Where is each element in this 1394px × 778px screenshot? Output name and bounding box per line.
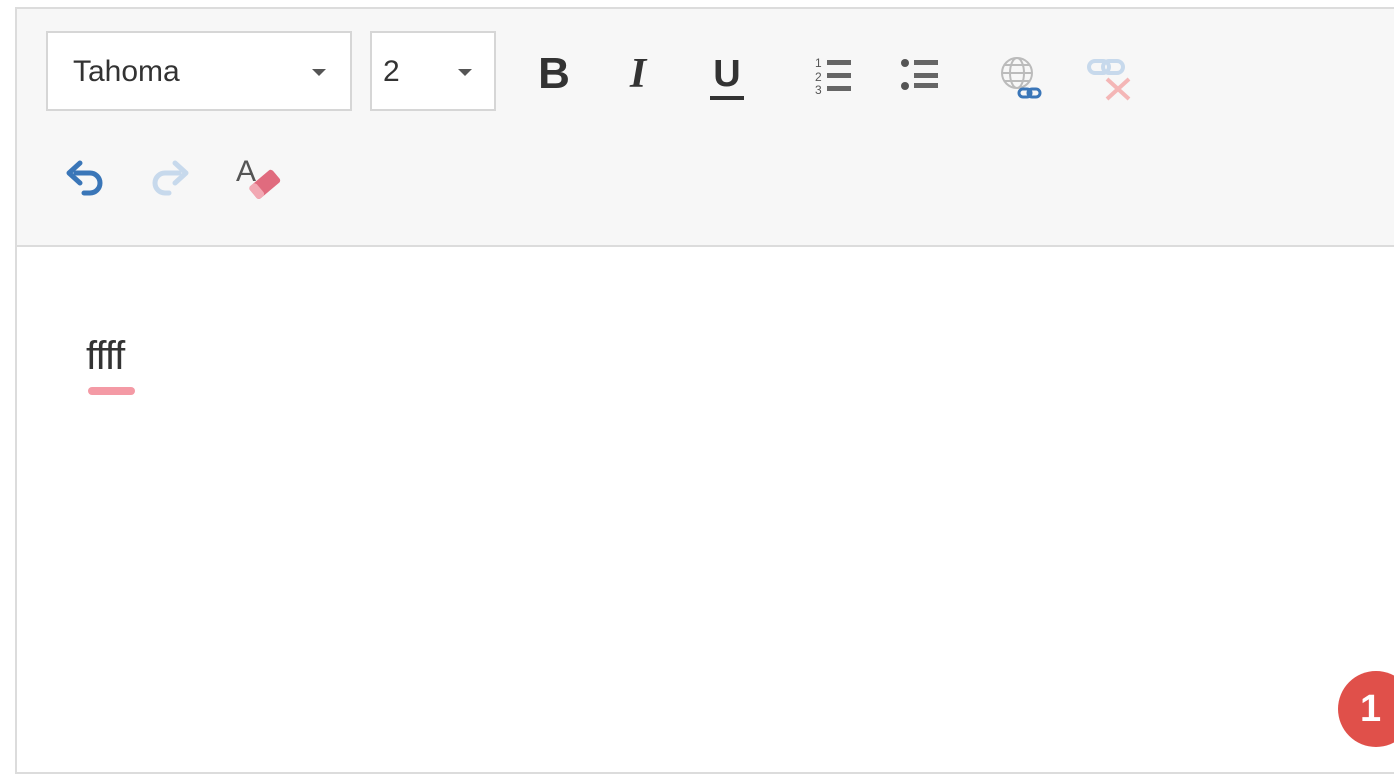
insert-link-button[interactable] — [997, 51, 1045, 103]
redo-icon — [152, 160, 189, 196]
font-family-select[interactable]: Tahoma — [46, 31, 352, 111]
undo-button[interactable] — [62, 157, 108, 203]
ordered-list-button[interactable]: 1 2 3 — [813, 54, 855, 96]
unordered-list-icon — [901, 59, 938, 90]
svg-text:A: A — [236, 155, 256, 188]
svg-text:1: 1 — [815, 56, 822, 70]
font-size-value: 2 — [383, 55, 400, 88]
notification-badge[interactable]: 1 — [1338, 671, 1394, 747]
bold-button[interactable]: B — [532, 49, 576, 99]
underline-button[interactable]: U — [707, 49, 747, 103]
chevron-down-icon — [312, 69, 326, 76]
font-family-value: Tahoma — [73, 55, 180, 88]
unordered-list-button[interactable] — [900, 54, 942, 96]
clear-formatting-button[interactable]: A — [232, 151, 288, 207]
svg-text:2: 2 — [815, 70, 822, 84]
font-size-select[interactable]: 2 — [370, 31, 496, 111]
italic-button[interactable]: I — [620, 49, 656, 99]
bold-icon: B — [538, 49, 570, 98]
editor-text[interactable]: ffff — [86, 331, 125, 381]
chevron-down-icon — [458, 69, 472, 76]
editor-content-area[interactable]: ffff 1 — [17, 247, 1394, 774]
italic-icon: I — [629, 51, 647, 97]
underline-bar — [710, 95, 744, 100]
underline-icon: U — [713, 52, 741, 95]
ordered-list-icon: 1 2 3 — [815, 56, 851, 96]
redo-button[interactable] — [147, 157, 193, 203]
eraser-icon: A — [236, 155, 281, 199]
undo-icon — [66, 160, 103, 196]
spellcheck-underline — [88, 387, 135, 395]
unlink-icon — [1087, 59, 1131, 101]
globe-link-icon — [1001, 57, 1042, 99]
remove-link-button[interactable] — [1085, 51, 1135, 101]
rich-text-editor: Tahoma 2 B I U 1 2 3 A ffff 1 — [15, 7, 1394, 774]
svg-text:3: 3 — [815, 83, 822, 96]
editor-toolbar: Tahoma 2 B I U 1 2 3 A — [17, 9, 1394, 247]
